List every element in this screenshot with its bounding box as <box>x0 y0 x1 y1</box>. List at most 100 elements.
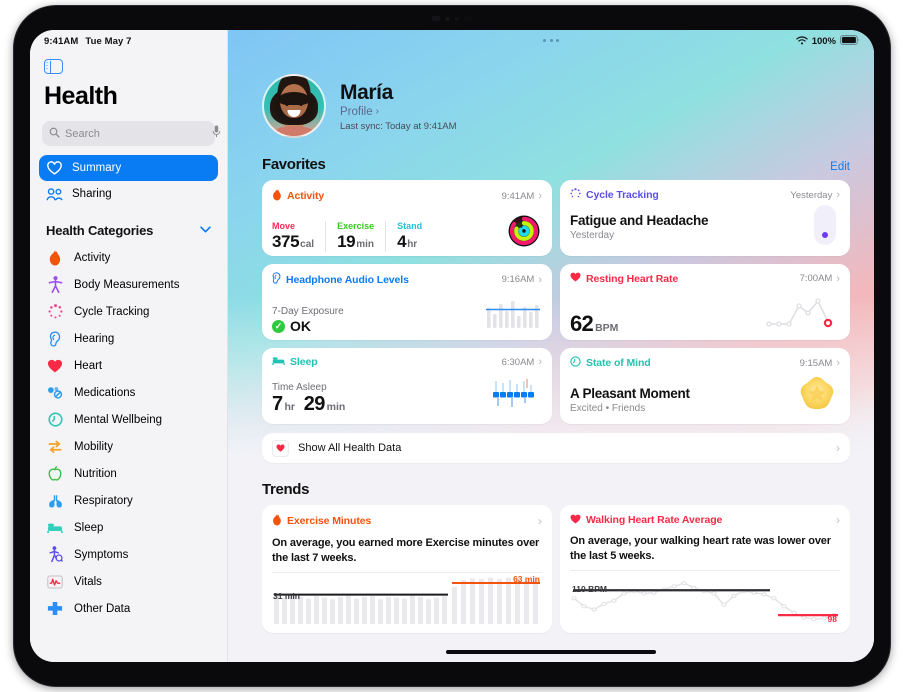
chevron-right-icon: › <box>375 106 379 117</box>
card-headline: Fatigue and Headache <box>570 213 709 228</box>
activity-rings <box>508 215 540 252</box>
sidebar-category-activity[interactable]: Activity <box>39 244 218 271</box>
card-timestamp: 9:15AM <box>799 357 833 369</box>
avatar[interactable] <box>262 74 326 138</box>
favorite-card-cycle-tracking[interactable]: Cycle Tracking Yesterday › Fatigue and H… <box>560 180 850 256</box>
sidebar-category-label: Vitals <box>74 575 102 588</box>
health-categories-header[interactable]: Health Categories <box>30 223 227 238</box>
card-timestamp: Yesterday <box>790 189 833 201</box>
trend-description: On average, your walking heart rate was … <box>570 535 831 562</box>
sidebar-category-body-measurements[interactable]: Body Measurements <box>39 271 218 298</box>
head-icon <box>46 411 64 429</box>
card-label: 7-Day Exposure <box>272 306 344 317</box>
sidebar-category-nutrition[interactable]: Nutrition <box>39 460 218 487</box>
walking-heart-rate-chart: 110 BPM 98 <box>570 570 840 624</box>
chevron-right-icon: › <box>836 272 840 285</box>
card-meta: 9:41AM › <box>502 190 542 202</box>
sidebar-category-other-data[interactable]: Other Data <box>39 595 218 622</box>
card-title-label: Walking Heart Rate Average <box>586 514 723 526</box>
card-title: Sleep <box>272 356 318 368</box>
microphone-icon[interactable] <box>212 125 221 143</box>
card-label: Time Asleep <box>272 382 327 393</box>
last-sync-text: Last sync: Today at 9:41AM <box>340 120 457 132</box>
plus-icon <box>46 600 64 618</box>
sidebar-category-respiratory[interactable]: Respiratory <box>39 487 218 514</box>
home-indicator[interactable] <box>446 650 656 654</box>
sidebar-category-cycle-tracking[interactable]: Cycle Tracking <box>39 298 218 325</box>
show-all-health-data-row[interactable]: Show All Health Data › <box>262 433 850 463</box>
favorites-grid: Activity 9:41AM › Move 375cal Exercise 1… <box>246 180 856 424</box>
favorite-card-sleep[interactable]: Sleep 6:30AM › Time Asleep 7 hr 29 min <box>262 348 552 424</box>
sidebar-category-mental-wellbeing[interactable]: Mental Wellbeing <box>39 406 218 433</box>
metric-label: Move <box>272 221 296 231</box>
card-title-label: Sleep <box>290 356 318 368</box>
profile-link[interactable]: Profile › <box>340 106 457 118</box>
trend-card-exercise-minutes[interactable]: Exercise Minutes › On average, you earne… <box>262 505 552 633</box>
sidebar-item-label: Sharing <box>72 188 112 200</box>
summary-scroll-area[interactable]: María Profile › Last sync: Today at 9:41… <box>228 30 874 662</box>
chevron-right-icon: › <box>538 356 542 368</box>
vitals-icon <box>46 573 64 591</box>
favorite-card-resting-heart-rate[interactable]: Resting Heart Rate 7:00AM › 62 BPM <box>560 264 850 340</box>
lungs-icon <box>46 492 64 510</box>
trends-header: Trends <box>246 481 856 498</box>
sidebar-category-label: Mental Wellbeing <box>74 413 163 426</box>
trends-title: Trends <box>262 481 310 498</box>
profile-header[interactable]: María Profile › Last sync: Today at 9:41… <box>246 30 856 138</box>
chevron-right-icon: › <box>836 513 840 527</box>
metric-value: 4 <box>397 232 407 251</box>
page-title: María <box>340 80 393 104</box>
sidebar-category-medications[interactable]: Medications <box>39 379 218 406</box>
sidebar-category-mobility[interactable]: Mobility <box>39 433 218 460</box>
edit-button[interactable]: Edit <box>830 161 850 173</box>
search-input[interactable] <box>65 127 207 140</box>
sleep-bars-chart <box>492 379 538 414</box>
card-meta: Yesterday › <box>790 189 840 201</box>
trend-baseline-label: 110 BPM <box>572 584 607 595</box>
heart-outline-icon <box>46 160 63 177</box>
sidebar-category-label: Symptoms <box>74 548 129 561</box>
pills-icon <box>46 384 64 402</box>
chevron-down-icon[interactable] <box>200 225 211 236</box>
favorites-header: Favorites Edit <box>246 156 856 173</box>
metric-label: Stand <box>397 221 423 231</box>
card-title: Resting Heart Rate <box>570 272 678 285</box>
card-title-label: Headphone Audio Levels <box>286 273 409 286</box>
chevron-right-icon: › <box>538 190 542 202</box>
metric-unit: min <box>356 239 374 250</box>
chevron-right-icon: › <box>538 273 542 286</box>
favorite-card-state-of-mind[interactable]: State of Mind 9:15AM › A Pleasant Moment… <box>560 348 850 424</box>
sidebar-category-heart[interactable]: Heart <box>39 352 218 379</box>
head-icon <box>570 356 581 370</box>
sidebar-category-label: Sleep <box>74 521 104 534</box>
card-title-label: Cycle Tracking <box>586 189 659 201</box>
favorite-card-headphone-audio-levels[interactable]: Headphone Audio Levels 9:16AM › 7-Day Ex… <box>262 264 552 340</box>
sidebar-item-summary[interactable]: Summary <box>39 155 218 181</box>
trend-card-walking-heart-rate-average[interactable]: Walking Heart Rate Average › On average,… <box>560 505 850 633</box>
sidebar-category-label: Respiratory <box>74 494 133 507</box>
card-status: OK <box>290 318 311 334</box>
apple-icon <box>46 465 64 483</box>
sidebar-category-label: Medications <box>74 386 136 399</box>
sidebar-category-symptoms[interactable]: Symptoms <box>39 541 218 568</box>
search-field[interactable] <box>42 121 221 146</box>
card-title-label: State of Mind <box>586 357 651 369</box>
search-icon <box>49 125 60 143</box>
sidebar-category-vitals[interactable]: Vitals <box>39 568 218 595</box>
bed-icon <box>272 356 285 368</box>
sidebar-category-sleep[interactable]: Sleep <box>39 514 218 541</box>
health-categories-label: Health Categories <box>46 223 154 238</box>
profile-link-label: Profile <box>340 105 373 118</box>
metric-unit: hr <box>407 239 418 250</box>
check-circle-icon: ✓ <box>272 319 285 333</box>
favorites-title: Favorites <box>262 156 326 173</box>
sidebar-category-hearing[interactable]: Hearing <box>39 325 218 352</box>
front-camera-array <box>431 16 473 21</box>
sidebar-toggle-icon[interactable] <box>44 59 63 74</box>
sidebar-item-sharing[interactable]: Sharing <box>39 181 218 207</box>
mood-star-visual <box>798 375 836 416</box>
card-title-label: Resting Heart Rate <box>586 272 679 285</box>
card-title-label: Activity <box>287 190 325 202</box>
favorite-card-activity[interactable]: Activity 9:41AM › Move 375cal Exercise 1… <box>262 180 552 256</box>
card-meta: 7:00AM › <box>800 273 840 285</box>
